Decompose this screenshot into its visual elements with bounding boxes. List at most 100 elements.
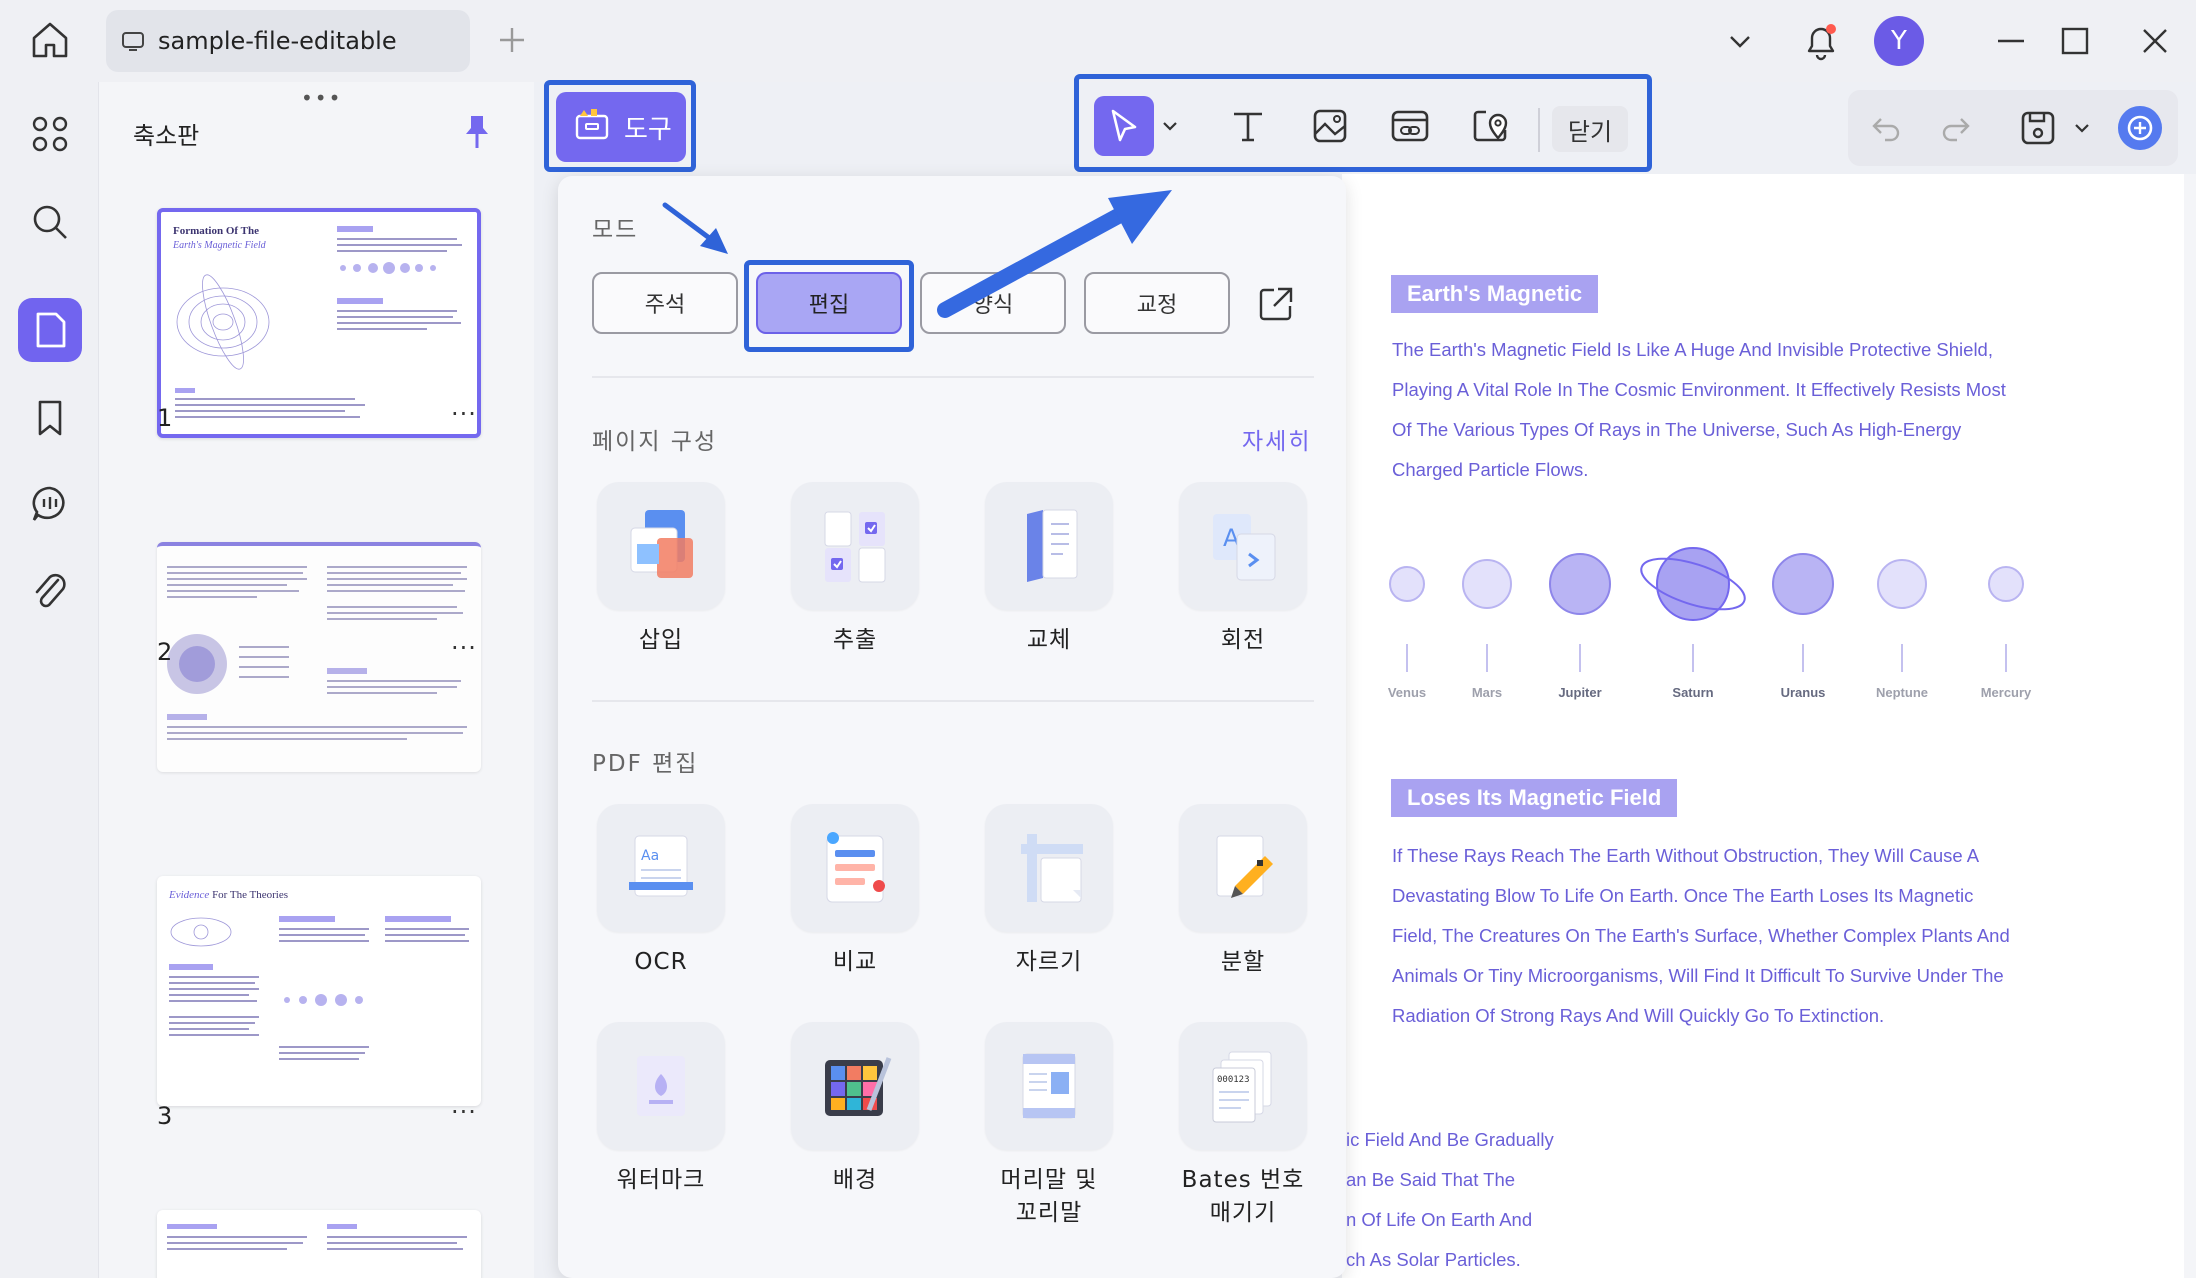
thumbnails-page-icon[interactable]	[18, 298, 82, 362]
doc-line: Animals Or Tiny Microorganisms, Will Fin…	[1392, 956, 2152, 996]
close-window-icon[interactable]	[2130, 14, 2180, 68]
add-link-icon[interactable]	[1380, 96, 1440, 156]
mode-comment-button[interactable]: 주석	[592, 272, 738, 334]
panel-drag-handle[interactable]: •••	[301, 86, 342, 110]
toolbar-divider	[1538, 108, 1540, 152]
tools-button[interactable]: 도구	[556, 92, 686, 162]
compare-label: 비교	[790, 946, 920, 979]
header-footer-tool[interactable]: 머리말 및 꼬리말	[984, 1022, 1114, 1230]
doc-paragraph-2: If These Rays Reach The Earth Without Ob…	[1392, 836, 2152, 1036]
redo-icon[interactable]	[1926, 98, 1986, 158]
user-avatar[interactable]: Y	[1874, 16, 1924, 66]
split-label: 분할	[1178, 946, 1308, 979]
watermark-label: 워터마크	[596, 1164, 726, 1197]
file-tab[interactable]: sample-file-editable	[106, 10, 470, 72]
svg-text:000123: 000123	[1217, 1075, 1250, 1085]
page-more-button-2[interactable]: ···	[451, 634, 477, 662]
tools-dropdown-panel: 모드 주석 편집 양식 교정 페이지 구성 자세히 삽입 추출 교체 A 회전 …	[558, 176, 1346, 1278]
header-footer-icon	[985, 1022, 1113, 1150]
external-window-icon[interactable]	[1256, 284, 1296, 324]
split-icon	[1179, 804, 1307, 932]
minimize-icon[interactable]	[1986, 14, 2036, 68]
doc-line: Radiation Of Strong Rays And Will Quickl…	[1392, 996, 2152, 1036]
background-label: 배경	[790, 1164, 920, 1197]
page-more-button-1[interactable]: ···	[451, 400, 477, 428]
page-more-button-3[interactable]: ···	[451, 1098, 477, 1126]
doc-line: The Earth's Magnetic Field Is Like A Hug…	[1392, 330, 2152, 370]
background-tool[interactable]: 배경	[790, 1022, 920, 1197]
page-thumbnail-3[interactable]: Evidence For The Theories	[157, 876, 481, 1106]
planet-label-jupiter: Jupiter	[1535, 685, 1625, 700]
bates-number-tool[interactable]: 000123 Bates 번호 매기기	[1178, 1022, 1308, 1230]
search-icon[interactable]	[18, 190, 82, 254]
doc-heading-earths-magnetic: Earth's Magnetic	[1391, 275, 1598, 313]
ai-assistant-icon[interactable]	[2110, 98, 2170, 158]
crop-label: 자르기	[984, 946, 1114, 979]
svg-text:Aa: Aa	[641, 848, 659, 864]
save-icon[interactable]	[2008, 98, 2068, 158]
extract-page-icon	[791, 482, 919, 610]
page-thumbnail-2[interactable]	[157, 542, 481, 772]
page-number-1: 1	[157, 404, 172, 432]
thumbnail-panel: ••• 축소판 Formation Of The Earth's Magneti…	[98, 82, 534, 1278]
panel-divider	[592, 376, 1314, 378]
split-tool[interactable]: 분할	[1178, 804, 1308, 979]
doc-line: Charged Particle Flows.	[1392, 450, 2152, 490]
watermark-icon	[597, 1022, 725, 1150]
crop-tool[interactable]: 자르기	[984, 804, 1114, 979]
svg-text:Formation Of The: Formation Of The	[173, 225, 259, 237]
page-thumbnail-1[interactable]: Formation Of The Earth's Magnetic Field	[157, 208, 481, 438]
apps-grid-icon[interactable]	[18, 102, 82, 166]
watermark-tool[interactable]: 워터마크	[596, 1022, 726, 1197]
doc-line: Devastating Blow To Life On Earth. Once …	[1392, 876, 2152, 916]
thumbnail-panel-title: 축소판	[133, 116, 199, 151]
planet-label-neptune: Neptune	[1857, 685, 1947, 700]
undo-icon[interactable]	[1856, 98, 1916, 158]
mode-section-title: 모드	[592, 210, 638, 244]
doc-paragraph-1: The Earth's Magnetic Field Is Like A Hug…	[1392, 330, 2152, 490]
extract-page-label: 추출	[790, 624, 920, 657]
close-tools-button[interactable]: 닫기	[1552, 106, 1628, 152]
chevron-down-icon[interactable]	[1716, 14, 1764, 68]
attachment-icon[interactable]	[18, 560, 82, 624]
file-tab-label: sample-file-editable	[158, 27, 397, 55]
doc-paragraph-3-partial: ic Field And Be Gradually an Be Said Tha…	[1346, 1120, 1846, 1278]
save-dropdown-icon[interactable]	[2068, 98, 2096, 158]
bookmark-icon[interactable]	[18, 386, 82, 450]
doc-line: ch As Solar Particles.	[1346, 1240, 1846, 1278]
planets-figure	[1380, 530, 2040, 710]
detail-link[interactable]: 자세히	[1242, 422, 1311, 456]
background-icon	[791, 1022, 919, 1150]
add-text-icon[interactable]	[1218, 96, 1278, 156]
ocr-tool[interactable]: Aa OCR	[596, 804, 726, 979]
page-thumbnail-4[interactable]	[157, 1210, 481, 1278]
tools-button-label: 도구	[624, 109, 672, 146]
maximize-icon[interactable]	[2050, 14, 2100, 68]
planet-label-mercury: Mercury	[1961, 685, 2051, 700]
new-tab-icon[interactable]	[494, 22, 530, 58]
doc-line: Field, The Creatures On The Earth's Surf…	[1392, 916, 2152, 956]
pin-icon[interactable]	[459, 112, 495, 152]
doc-heading-loses-magnetic-field: Loses Its Magnetic Field	[1391, 779, 1677, 817]
add-image-icon[interactable]	[1300, 96, 1360, 156]
panel-divider	[592, 700, 1314, 702]
mode-form-button[interactable]: 양식	[920, 272, 1066, 334]
comments-icon[interactable]	[18, 472, 82, 536]
replace-page-tool[interactable]: 교체	[984, 482, 1114, 657]
rotate-page-label: 회전	[1178, 624, 1308, 657]
mode-proofread-button[interactable]: 교정	[1084, 272, 1230, 334]
extract-page-tool[interactable]: 추출	[790, 482, 920, 657]
doc-line: n Of Life On Earth And	[1346, 1200, 1846, 1240]
toolbox-icon	[574, 107, 610, 148]
compare-tool[interactable]: 비교	[790, 804, 920, 979]
notification-bell-icon[interactable]	[1796, 14, 1846, 68]
document-scrollbar[interactable]	[2184, 174, 2196, 1278]
mode-edit-button[interactable]: 편집	[756, 272, 902, 334]
rotate-page-tool[interactable]: A 회전	[1178, 482, 1308, 657]
home-icon[interactable]	[28, 18, 72, 62]
select-dropdown-icon[interactable]	[1156, 96, 1184, 156]
insert-page-tool[interactable]: 삽입	[596, 482, 726, 657]
svg-text:Earth's Magnetic Field: Earth's Magnetic Field	[172, 240, 267, 251]
add-location-icon[interactable]	[1460, 96, 1520, 156]
select-cursor-icon[interactable]	[1094, 96, 1154, 156]
